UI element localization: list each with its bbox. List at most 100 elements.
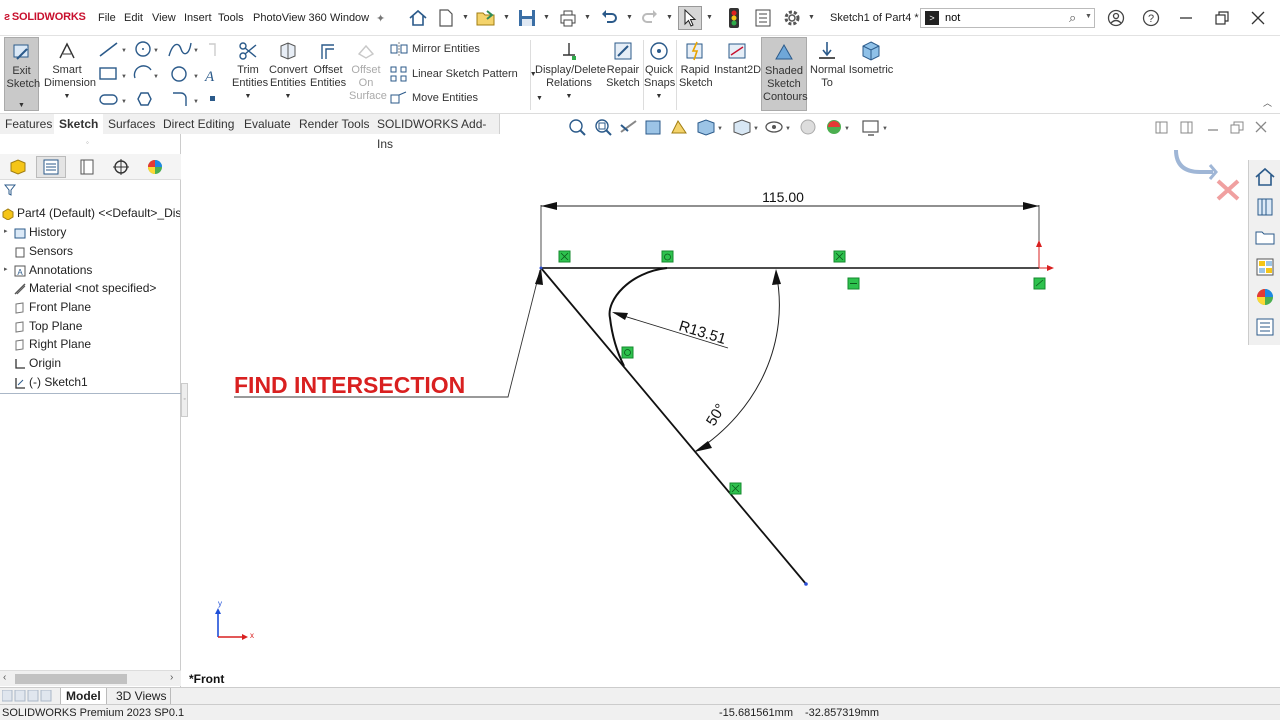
trim-entities-button[interactable]: Trim Entities ▼ [230,40,268,103]
menu-view[interactable]: View [152,12,176,24]
tree-item-top-plane[interactable]: Top Plane [14,317,82,335]
file-explorer-icon[interactable] [1254,226,1276,248]
undo-icon[interactable] [597,6,621,30]
search-input[interactable] [945,11,1065,25]
expand-arrow-icon[interactable]: ▸ [4,261,14,279]
redo-icon[interactable] [638,6,662,30]
solidworks-resources-icon[interactable] [1254,166,1276,188]
home-icon[interactable] [406,6,430,30]
line-tool-icon [99,42,118,57]
open-folder-icon[interactable] [474,6,498,30]
mirror-entities-button[interactable]: Mirror Entities [390,42,480,56]
dimxpert-manager-tab-icon[interactable] [106,156,136,178]
sensors-icon [14,245,26,258]
tab-model[interactable]: Model [60,688,107,705]
graphics-area[interactable]: 115.00 R13.51 50° FIND INTERSECTION y x … [182,114,1250,687]
tree-root-part[interactable]: Part4 (Default) <<Default>_Disp [2,204,180,222]
menu-photoview[interactable]: PhotoView 360 [253,12,327,24]
tree-item-sensors[interactable]: Sensors [14,242,73,260]
quick-snaps-button[interactable]: Quick Snaps ▼ [644,40,675,103]
mirror-entities-icon [390,42,408,56]
polygon-tool-icon [137,92,152,106]
scrollbar-thumb[interactable] [15,674,127,684]
arc-tool-icon [133,65,152,79]
panel-horizontal-scrollbar[interactable]: ‹ › [0,670,181,686]
menu-tools[interactable]: Tools [218,12,244,24]
cursor-x-coordinate: -15.681561mm [719,707,793,719]
menu-insert[interactable]: Insert [184,12,212,24]
smart-dimension-button[interactable]: Smart Dimension ▼ [44,40,96,103]
search-icon[interactable]: ⌕ [1069,10,1076,26]
slot-tool-icon [99,94,118,105]
command-prompt-icon: > [925,11,939,25]
new-document-icon[interactable] [434,6,458,30]
shaded-contours-icon [773,41,795,63]
display-delete-relations-button[interactable]: Display/Delete Relations ▼ [534,40,606,103]
appearances-scenes-icon[interactable] [1254,286,1276,308]
scroll-right-icon[interactable]: › [170,672,173,683]
tab-features[interactable]: Features [0,114,59,134]
normal-to-button[interactable]: Normal To [809,40,845,90]
scroll-left-icon[interactable]: ‹ [3,672,6,683]
collapse-ribbon-icon[interactable]: ︿ [1263,96,1272,109]
tree-item-right-plane[interactable]: Right Plane [14,335,91,353]
move-entities-button[interactable]: Move Entities ▼ [390,91,543,105]
user-account-icon[interactable] [1104,6,1128,30]
instant2d-button[interactable]: Instant2D [714,40,761,77]
panel-grip-icon[interactable]: ◦ [86,138,89,147]
filter-icon[interactable] [3,184,17,199]
tab-surfaces[interactable]: Surfaces [103,114,162,134]
convert-entities-button[interactable]: Convert Entities ▼ [268,40,308,103]
tree-item-history[interactable]: ▸ History [4,223,66,241]
property-manager-tab-icon[interactable] [36,156,66,178]
convert-entities-icon [277,40,299,62]
exit-sketch-icon [11,41,33,63]
instant2d-icon [726,40,748,62]
repair-sketch-button[interactable]: Repair Sketch [605,40,641,90]
solidworks-logo[interactable]: ƨ SOLIDWORKS [4,11,86,23]
rollback-bar[interactable] [0,393,181,394]
display-manager-tab-icon[interactable] [140,156,170,178]
task-pane [1248,160,1280,345]
tree-item-sketch1[interactable]: (-) Sketch1 [14,373,88,391]
tree-item-front-plane[interactable]: Front Plane [14,298,91,316]
offset-on-surface-button[interactable]: Offset On Surface [348,40,387,103]
menu-window[interactable]: Window [330,12,369,24]
configuration-manager-tab-icon[interactable] [72,156,102,178]
search-dropdown-icon[interactable]: ▼ [1085,13,1092,20]
offset-entities-button[interactable]: Offset Entities [309,40,347,90]
feature-manager-tab-icon[interactable] [3,156,33,178]
rebuild-traffic-light-icon[interactable] [722,6,746,30]
close-window-icon[interactable] [1246,6,1270,30]
tree-item-origin[interactable]: Origin [14,354,61,372]
exit-sketch-button[interactable]: Exit Sketch ▼ [4,37,40,111]
restore-window-icon[interactable] [1210,6,1234,30]
tab-sketch[interactable]: Sketch [54,114,105,134]
file-properties-icon[interactable] [751,6,775,30]
print-icon[interactable] [556,6,580,30]
plane-icon [14,338,26,351]
tree-item-material[interactable]: Material <not specified> [14,279,156,297]
select-cursor-icon[interactable] [678,6,702,30]
custom-properties-icon[interactable] [1254,316,1276,338]
tree-item-annotations[interactable]: ▸ A Annotations [4,261,92,279]
view-palette-icon[interactable] [1254,256,1276,278]
minimize-window-icon[interactable] [1174,6,1198,30]
shaded-sketch-contours-button[interactable]: Shaded Sketch Contours [761,37,808,111]
design-library-icon[interactable] [1254,196,1276,218]
expand-arrow-icon[interactable]: ▸ [4,223,14,241]
help-icon[interactable]: ? [1139,6,1163,30]
save-icon[interactable] [515,6,539,30]
pin-icon[interactable]: ✦ [376,12,385,25]
tab-3d-views[interactable]: 3D Views [112,688,172,705]
isometric-button[interactable]: Isometric [848,40,894,77]
rapid-sketch-button[interactable]: Rapid Sketch [678,40,713,90]
tab-navigation-arrows[interactable] [1,689,54,702]
options-gear-icon[interactable] [780,6,804,30]
linear-sketch-pattern-button[interactable]: Linear Sketch Pattern ▼ [390,66,537,82]
svg-text:▼: ▼ [193,48,199,54]
dimension-angle-text: 50° [703,401,729,429]
command-search-box[interactable]: > ⌕ ▼ [920,8,1095,28]
menu-edit[interactable]: Edit [124,12,143,24]
menu-file[interactable]: File [98,12,116,24]
